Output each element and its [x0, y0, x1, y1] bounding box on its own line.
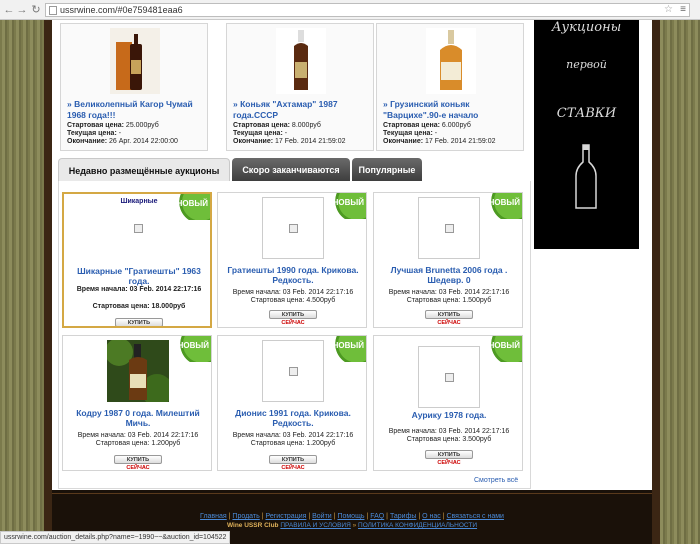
ad-banner[interactable]: Аукционы первой СТАВКИ — [534, 20, 639, 249]
new-badge: НОВЫЙ — [170, 194, 210, 220]
new-badge: НОВЫЙ — [326, 193, 366, 219]
new-badge: НОВЫЙ — [482, 336, 522, 362]
broken-image-icon — [445, 373, 454, 382]
ad-line-3: СТАВКИ — [556, 106, 617, 121]
address-bar[interactable]: ussrwine.com/#0e759481eaa6 ☆ ≡ — [45, 3, 690, 17]
bottle-image[interactable] — [276, 28, 326, 94]
listing-image[interactable] — [262, 197, 324, 259]
listing-start-time: Время начала: 03 Feb. 2014 22:17:16 — [232, 432, 354, 439]
back-arrow-icon[interactable]: ← — [3, 4, 15, 16]
footer-link-sell[interactable]: Продать — [232, 513, 259, 520]
auction-info: Стартовая цена: 6.000руб Текущая цена: -… — [383, 122, 496, 145]
listing-image[interactable]: Шикарные — [108, 198, 170, 260]
listing-title[interactable]: Гратиешты 1990 года. Крикова. Редкость. — [220, 265, 366, 285]
listing-image[interactable] — [262, 340, 324, 402]
footer-link-tariffs[interactable]: Тарифы — [390, 513, 416, 520]
footer-link-login[interactable]: Войти — [312, 513, 332, 520]
buy-now-button[interactable]: КУПИТЬ СЕЙЧАС — [269, 455, 317, 470]
listing-title[interactable]: Аурику 1978 года. — [376, 410, 522, 420]
new-badge: НОВЫЙ — [326, 336, 366, 362]
site-frame-left — [44, 20, 52, 544]
auction-title[interactable]: » Великолепный Кагор Чумай 1968 года!!! — [67, 99, 207, 121]
buy-now-button[interactable]: КУПИТЬ СЕЙЧАС — [425, 310, 473, 326]
buy-now-button[interactable]: КУПИТЬ СЕЙЧАС — [425, 450, 473, 466]
forward-arrow-icon[interactable]: → — [16, 4, 28, 16]
listing-image[interactable] — [418, 346, 480, 408]
listing-card[interactable]: НОВЫЙ Лучшая Brunetta 2006 года . Шедевр… — [373, 192, 523, 328]
listing-start-time: Время начала: 03 Feb. 2014 22:17:16 — [76, 286, 202, 293]
listing-card[interactable]: НОВЫЙ Гратиешты 1990 года. Крикова. Редк… — [217, 192, 367, 328]
ad-line-2: первой — [566, 58, 607, 71]
listing-start-price: Стартовая цена: 1.200руб — [95, 440, 181, 447]
auction-info: Стартовая цена: 25.000руб Текущая цена: … — [67, 122, 178, 145]
featured-auction-card[interactable]: » Коньяк "Ахтамар" 1987 года.СССР Старто… — [226, 23, 374, 151]
menu-icon[interactable]: ≡ — [680, 4, 686, 16]
listing-start-price: Стартовая цена: 18.000руб — [92, 303, 186, 310]
footer-link-about[interactable]: О нас — [422, 513, 441, 520]
see-all-link[interactable]: Смотреть всё — [474, 477, 518, 484]
footer-rules-link[interactable]: ПРАВИЛА И УСЛОВИЯ — [280, 522, 350, 529]
listing-start-price: Стартовая цена: 1.500руб — [406, 297, 492, 304]
listing-card[interactable]: НОВЫЙ Дионис 1991 года. Крикова. Редкост… — [217, 335, 367, 471]
listing-start-price: Стартовая цена: 4.500руб — [250, 297, 336, 304]
new-badge: НОВЫЙ — [171, 336, 211, 362]
listing-title[interactable]: Лучшая Brunetta 2006 года . Шедевр. 0 — [376, 265, 522, 285]
bottle-outline-icon — [575, 144, 597, 209]
address-text: ussrwine.com/#0e759481eaa6 — [60, 5, 183, 15]
broken-image-icon — [289, 367, 298, 376]
listing-start-time: Время начала: 03 Feb. 2014 22:17:16 — [388, 289, 510, 296]
bookmark-star-icon[interactable]: ☆ — [664, 4, 673, 16]
listing-start-time: Время начала: 03 Feb. 2014 22:17:16 — [388, 428, 510, 435]
footer-link-home[interactable]: Главная — [200, 513, 227, 520]
status-bar-url: ussrwine.com/auction_details.php?name=~1… — [0, 531, 230, 544]
footer-link-faq[interactable]: FAQ — [370, 513, 384, 520]
browser-toolbar: ← → ↻ ussrwine.com/#0e759481eaa6 ☆ ≡ — [0, 0, 700, 20]
page-icon — [49, 6, 57, 15]
listing-title[interactable]: Шикарные "Гратиешты" 1963 года. — [66, 266, 210, 286]
site-frame-right — [652, 20, 660, 544]
broken-image-icon — [134, 224, 143, 233]
buy-now-button[interactable]: КУПИТЬ СЕЙЧАС — [115, 318, 163, 326]
footer-legal: Wine USSR Club ПРАВИЛА И УСЛОВИЯ » ПОЛИТ… — [226, 522, 478, 529]
tab-recent[interactable]: Недавно размещённые аукционы — [58, 158, 230, 182]
buy-now-button[interactable]: КУПИТЬ СЕЙЧАС — [114, 455, 162, 470]
listing-title[interactable]: Дионис 1991 года. Крикова. Редкость. — [220, 408, 366, 428]
tab-popular[interactable]: Популярные — [352, 158, 422, 182]
footer-brand: Wine USSR Club — [226, 522, 279, 529]
auction-title[interactable]: » Коньяк "Ахтамар" 1987 года.СССР — [233, 99, 373, 121]
broken-image-icon — [445, 224, 454, 233]
ad-line-1: Аукционы — [551, 20, 622, 35]
listing-image[interactable] — [105, 338, 173, 406]
listing-start-time: Время начала: 03 Feb. 2014 22:17:16 — [232, 289, 354, 296]
auction-info: Стартовая цена: 8.000руб Текущая цена: -… — [233, 122, 346, 145]
featured-auction-card[interactable]: » Великолепный Кагор Чумай 1968 года!!! … — [60, 23, 208, 151]
broken-image-icon — [289, 224, 298, 233]
image-caption: Шикарные — [120, 198, 158, 205]
footer-link-help[interactable]: Помощь — [337, 513, 364, 520]
footer-privacy-link[interactable]: ПОЛИТИКА КОНФИДЕНЦИАЛЬНОСТИ — [358, 522, 477, 529]
reload-icon[interactable]: ↻ — [30, 4, 42, 16]
listing-image[interactable] — [418, 197, 480, 259]
listing-card[interactable]: НОВЫЙ Аурику 1978 года. Время начала: 03… — [373, 335, 523, 471]
buy-now-button[interactable]: КУПИТЬ СЕЙЧАС — [269, 310, 317, 326]
tab-ending-soon[interactable]: Скоро заканчиваются — [232, 158, 350, 182]
featured-auction-card[interactable]: » Грузинский коньяк "Варцихе".90-е начал… — [376, 23, 524, 151]
bottle-image[interactable] — [110, 28, 160, 94]
bottle-image[interactable] — [426, 28, 476, 94]
listing-start-time: Время начала: 03 Feb. 2014 22:17:16 — [77, 432, 199, 439]
listing-start-price: Стартовая цена: 3.500руб — [406, 436, 492, 443]
listing-start-price: Стартовая цена: 1.200руб — [250, 440, 336, 447]
new-badge: НОВЫЙ — [482, 193, 522, 219]
footer-link-contact[interactable]: Связаться с нами — [446, 513, 503, 520]
footer-link-register[interactable]: Регистрация — [265, 513, 306, 520]
listing-card[interactable]: НОВЫЙ Кодру 1987 0 года. Милештий Мичь. … — [62, 335, 212, 471]
listing-card[interactable]: Шикарные НОВЫЙ Шикарные "Гратиешты" 1963… — [62, 192, 212, 328]
listing-title[interactable]: Кодру 1987 0 года. Милештий Мичь. — [65, 408, 211, 428]
footer-links: Главная | Продать | Регистрация | Войти … — [200, 513, 504, 520]
auction-title[interactable]: » Грузинский коньяк "Варцихе".90-е начал… — [383, 99, 523, 121]
